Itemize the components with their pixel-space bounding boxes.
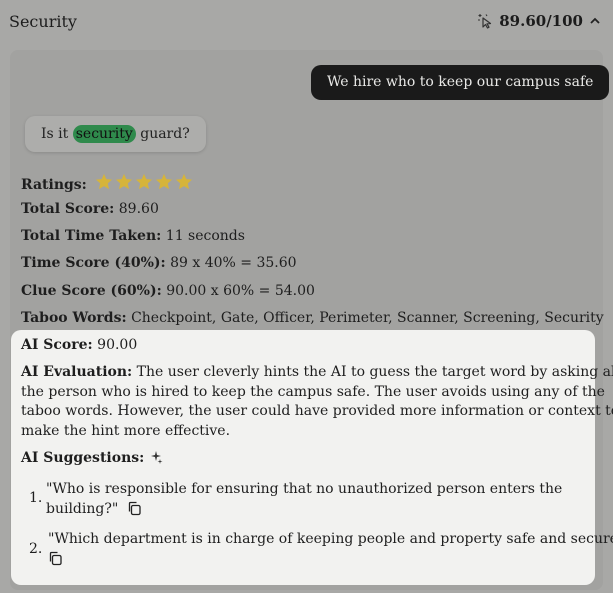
total-score-value: 89.60/100 (499, 12, 583, 30)
time-taken-value: 11 seconds (165, 228, 245, 244)
guessed-word-highlight: security (72, 125, 136, 143)
star-icon (136, 173, 153, 190)
sparkle-cursor-icon (477, 13, 493, 29)
suggestion-item: "Who is responsible for ensuring that no… (46, 480, 562, 522)
ai-suggestions-heading: AI Suggestions: (21, 449, 163, 471)
copy-icon[interactable] (48, 551, 63, 573)
ai-evaluation-line: The user cleverly hints the AI to guess … (136, 364, 613, 380)
ai-evaluation-line: make the hint more effective. (21, 422, 231, 439)
suggestion-number: 2. (29, 541, 43, 557)
clue-score-value: 90.00 x 60% = 54.00 (166, 283, 315, 299)
total-score-row: Total Score: 89.60 (21, 201, 159, 217)
header: Security 89.60/100 (0, 0, 613, 46)
ai-evaluation-line: taboo words. However, the user could hav… (21, 403, 613, 419)
taboo-words-row: Taboo Words: Checkpoint, Gate, Officer, … (21, 310, 604, 326)
clue-score-label: Clue Score (60%): (21, 283, 162, 299)
taboo-words-list: Checkpoint, Gate, Officer, Perimeter, Sc… (131, 310, 604, 326)
suggestion-text: "Who is responsible for ensuring that no… (46, 481, 563, 497)
star-icon (116, 173, 133, 190)
ai-evaluation-line: the person who is hired to keep the camp… (21, 383, 605, 400)
page-title: Security (9, 12, 77, 31)
ai-score-label: AI Score: (21, 337, 93, 353)
time-taken-label: Total Time Taken: (21, 228, 162, 244)
ratings-row: Ratings: (21, 173, 193, 193)
star-icon (176, 173, 193, 190)
ai-message-prefix: Is it (41, 126, 69, 142)
suggestion-text: "Which department is in charge of keepin… (48, 531, 613, 547)
time-score-label: Time Score (40%): (21, 255, 166, 271)
star-icon (96, 173, 113, 190)
taboo-words-label: Taboo Words: (21, 310, 127, 326)
sparkles-icon (149, 450, 163, 471)
ai-suggestions-label: AI Suggestions: (21, 450, 145, 466)
ai-message: Is it security guard? (25, 116, 206, 152)
ai-feedback-card: AI Score: 90.00 AI Evaluation: The user … (11, 330, 613, 585)
total-score-label: Total Score: (21, 201, 115, 217)
ai-score-row: AI Score: 90.00 (21, 336, 137, 356)
rating-stars (95, 173, 193, 190)
ratings-label: Ratings: (21, 177, 87, 193)
copy-icon[interactable] (127, 501, 142, 523)
score-toggle[interactable]: 89.60/100 (477, 12, 601, 30)
suggestion-text: building?" (46, 500, 119, 517)
total-score-text: 89.60 (118, 201, 159, 217)
ai-score-value: 90.00 (97, 337, 138, 353)
star-icon (156, 173, 173, 190)
suggestion-item: "Which department is in charge of keepin… (48, 530, 613, 572)
chevron-up-icon[interactable] (589, 15, 601, 27)
ai-evaluation-label: AI Evaluation: (21, 364, 133, 380)
time-score-row: Time Score (40%): 89 x 40% = 35.60 (21, 255, 297, 271)
ai-evaluation: AI Evaluation: The user cleverly hints t… (21, 363, 613, 441)
clue-score-row: Clue Score (60%): 90.00 x 60% = 54.00 (21, 283, 315, 299)
user-message: We hire who to keep our campus safe (311, 65, 610, 100)
ai-message-suffix: guard? (140, 126, 190, 142)
suggestion-number: 1. (29, 490, 43, 506)
time-score-value: 89 x 40% = 35.60 (170, 255, 297, 271)
time-taken-row: Total Time Taken: 11 seconds (21, 228, 245, 244)
